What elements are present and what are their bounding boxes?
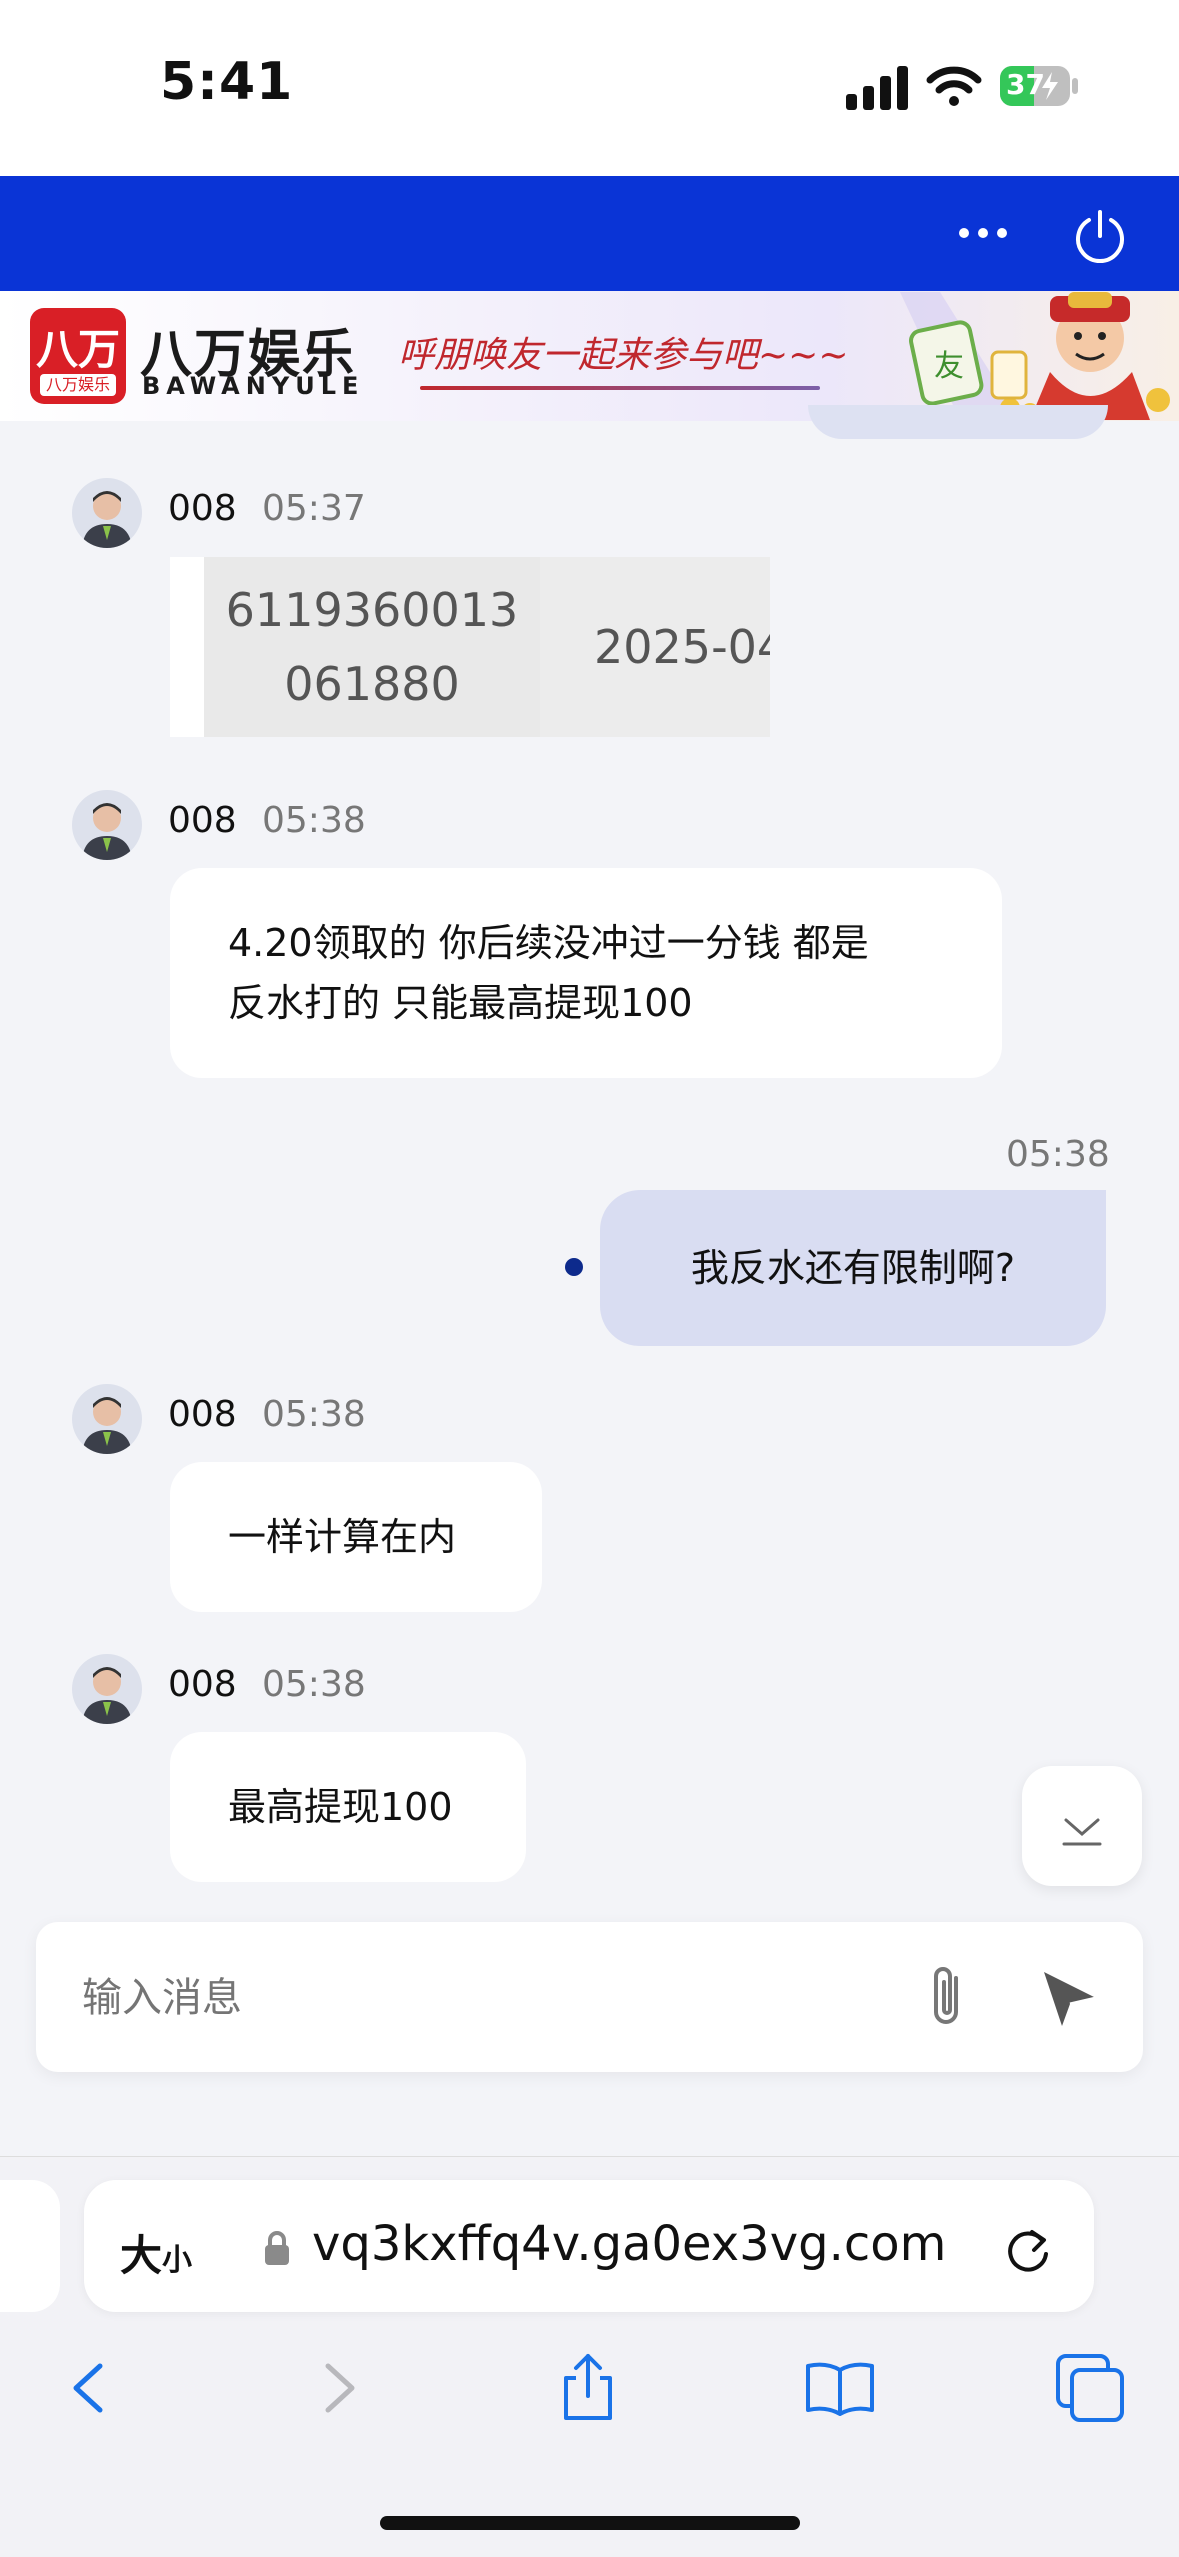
- tabs-icon[interactable]: [1050, 2348, 1130, 2428]
- message-bubble: 最高提现100: [170, 1732, 526, 1882]
- forward-icon[interactable]: [300, 2348, 380, 2428]
- mascot-illustration-icon: 友: [900, 292, 1170, 420]
- page-settings-large: 大: [120, 2231, 163, 2280]
- slogan-underline: [420, 386, 820, 390]
- banner-slogan: 呼朋唤友一起来参与吧~~~: [398, 335, 849, 376]
- logo-sub-text: 八万娱乐: [40, 374, 116, 396]
- message-sender: 008: [168, 1664, 237, 1705]
- status-time: 5:41: [160, 52, 294, 112]
- message-text-line: 反水打的 只能最高提现100: [228, 981, 693, 1025]
- url-text[interactable]: vq3kxffq4v.ga0ex3vg.com: [312, 2216, 946, 2272]
- previous-message-bubble: [808, 405, 1108, 439]
- previous-tab-preview[interactable]: [0, 2180, 60, 2312]
- image-date-cell: 2025-04: [542, 557, 770, 737]
- reload-icon[interactable]: [1000, 2222, 1056, 2278]
- share-icon[interactable]: [548, 2348, 628, 2428]
- wifi-icon: [926, 66, 982, 106]
- message-text-line: 4.20领取的 你后续没冲过一分钱 都是: [228, 921, 869, 965]
- paperclip-icon[interactable]: [918, 1962, 978, 2032]
- brand-name-latin: BAWANYULE: [142, 372, 365, 400]
- message-bubble: 4.20领取的 你后续没冲过一分钱 都是 反水打的 只能最高提现100: [170, 868, 1002, 1078]
- image-attachment-border: [170, 557, 204, 737]
- svg-text:友: 友: [934, 349, 964, 384]
- message-sender: 008: [168, 488, 237, 529]
- agent-avatar: [72, 790, 142, 860]
- bookmarks-icon[interactable]: [800, 2348, 880, 2428]
- message-bubble: 一样计算在内: [170, 1462, 542, 1612]
- image-text-cell: 6119360013 061880: [204, 557, 540, 737]
- message-sender: 008: [168, 800, 237, 841]
- agent-avatar: [72, 1654, 142, 1724]
- cellular-signal-icon: [846, 66, 908, 110]
- message-time: 05:38: [262, 1664, 366, 1705]
- page-settings-button[interactable]: 大小: [120, 2222, 192, 2283]
- agent-avatar: [72, 478, 142, 548]
- my-message-bubble: 我反水还有限制啊?: [600, 1190, 1106, 1346]
- logo-main-text: 八万: [35, 325, 120, 374]
- power-icon[interactable]: [1070, 206, 1130, 266]
- home-indicator: [380, 2516, 800, 2530]
- scroll-to-bottom-button[interactable]: [1022, 1766, 1142, 1886]
- message-sender: 008: [168, 1394, 237, 1435]
- message-time: 05:37: [262, 488, 366, 529]
- more-icon[interactable]: [958, 208, 1008, 258]
- message-time: 05:38: [262, 800, 366, 841]
- chevron-down-icon: [1062, 1818, 1102, 1846]
- back-icon[interactable]: [48, 2348, 128, 2428]
- message-input[interactable]: [80, 1950, 884, 2046]
- agent-avatar: [72, 1384, 142, 1454]
- lock-icon: [265, 2231, 289, 2265]
- sent-status-dot: [565, 1258, 583, 1276]
- send-icon[interactable]: [1036, 1964, 1102, 2030]
- battery-icon: 37: [1000, 64, 1080, 108]
- brand-logo: 八万 八万娱乐: [30, 308, 126, 404]
- page-settings-small: 小: [162, 2243, 193, 2278]
- message-time: 05:38: [1006, 1134, 1110, 1175]
- battery-level: 37: [1006, 68, 1045, 101]
- message-time: 05:38: [262, 1394, 366, 1435]
- image-order-number: 6119360013 061880: [225, 583, 519, 711]
